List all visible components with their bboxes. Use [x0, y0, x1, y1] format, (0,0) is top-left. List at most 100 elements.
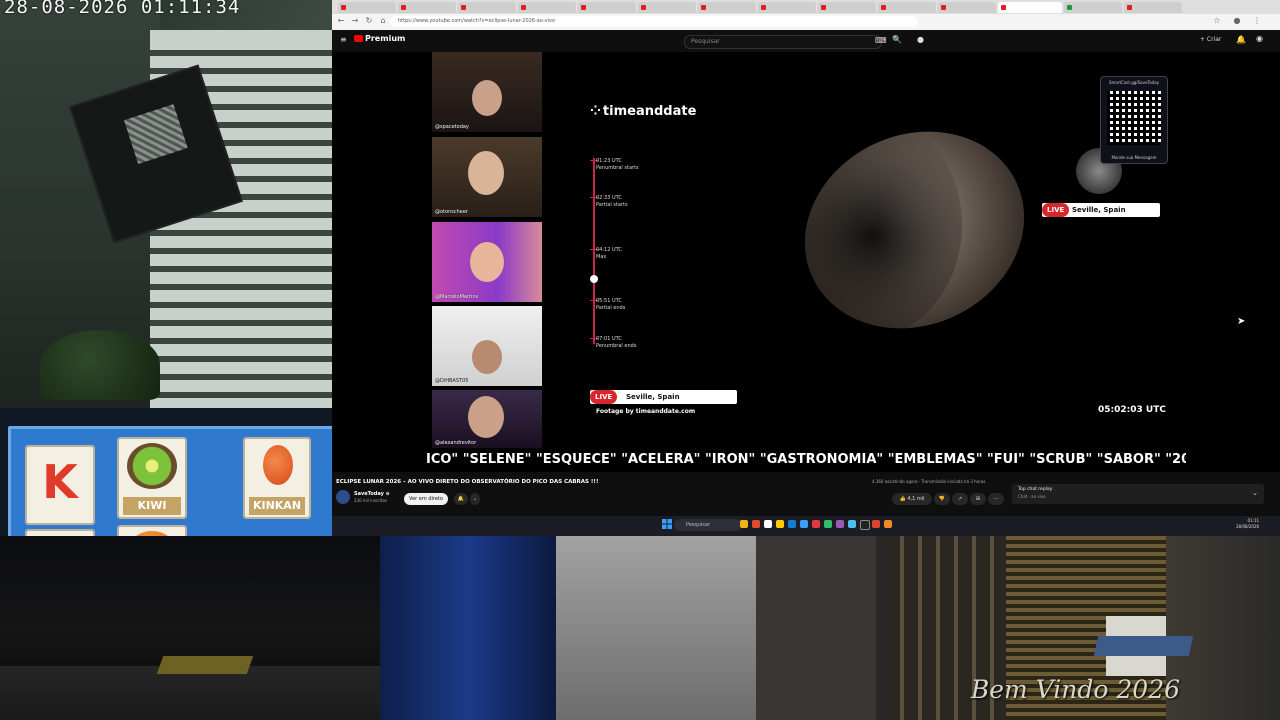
- browser-tab[interactable]: [938, 2, 996, 13]
- letter-card-k: K: [25, 445, 95, 525]
- notifications-icon[interactable]: 🔔: [1236, 35, 1246, 44]
- youtube-play-icon: [354, 35, 363, 42]
- live-indicator: LIVE: [1042, 203, 1070, 217]
- browser-tab[interactable]: [758, 2, 816, 13]
- browser-tab[interactable]: [518, 2, 576, 13]
- menu-dots-icon[interactable]: ⋮: [1252, 16, 1262, 26]
- timeline-event: Partial starts: [596, 202, 628, 208]
- qr-code: [1107, 91, 1161, 145]
- app-icon[interactable]: [848, 520, 856, 528]
- microphone-icon[interactable]: ●: [917, 35, 924, 44]
- location-label: Seville, Spain: [626, 393, 680, 401]
- keyboard-icon[interactable]: ⌨: [875, 36, 887, 45]
- app-icon[interactable]: [800, 520, 808, 528]
- fruit-card-orange: [117, 525, 187, 536]
- footage-credit: Footage by timeanddate.com: [596, 408, 696, 415]
- taskbar-search[interactable]: Pesquisar: [674, 519, 742, 531]
- speaker-grille: [124, 104, 188, 164]
- avatar[interactable]: ◉: [1256, 34, 1263, 43]
- browser-tab[interactable]: [1064, 2, 1122, 13]
- floor: [0, 666, 380, 720]
- bookmark-star-icon[interactable]: ☆: [1212, 16, 1222, 26]
- browser-tab[interactable]: [878, 2, 936, 13]
- chat-title: Top chat replay: [1018, 487, 1053, 492]
- browser-tab[interactable]: [338, 2, 396, 13]
- mouse-cursor-icon: ➤: [1237, 316, 1246, 327]
- app-icon[interactable]: [764, 520, 772, 528]
- screen-capture: ← → ↻ ⌂ https://www.youtube.com/watch?v=…: [332, 0, 1280, 536]
- like-button[interactable]: 👍 4,1 mil: [892, 493, 932, 505]
- windows-start-icon[interactable]: [662, 519, 672, 529]
- app-icon[interactable]: [752, 520, 760, 528]
- timeline-time: 01:23 UTC: [596, 158, 622, 164]
- browser-tab[interactable]: [398, 2, 456, 13]
- more-actions-button[interactable]: ⋯: [988, 493, 1004, 505]
- app-icon[interactable]: [836, 520, 844, 528]
- forward-icon[interactable]: →: [350, 16, 360, 26]
- blue-tray: [1093, 636, 1194, 656]
- app-icon[interactable]: [812, 520, 820, 528]
- person-head: [470, 242, 504, 282]
- youtube-logo-text: Premium: [365, 34, 406, 43]
- join-button[interactable]: Ver em direto: [404, 493, 448, 505]
- kiwi-image: [127, 443, 177, 489]
- fruit-label-kiwi: KIWI: [123, 497, 181, 515]
- youtube-logo[interactable]: Premium: [354, 34, 405, 43]
- tv-screen: K L KIWI KINKAN: [8, 426, 332, 536]
- subscriber-count: 230 mil inscritos: [354, 498, 388, 503]
- browser-tab[interactable]: [458, 2, 516, 13]
- profile-icon[interactable]: ●: [1232, 16, 1242, 26]
- timeline-event: Penumbral starts: [596, 165, 639, 171]
- dislike-button[interactable]: 👎: [934, 493, 950, 505]
- location-label: Seville, Spain: [1072, 206, 1126, 214]
- views-line: 4.360 assistindo agora · Transmissão ini…: [872, 479, 986, 484]
- browser-tab[interactable]: [578, 2, 636, 13]
- timeline-event: Max: [596, 254, 607, 260]
- qr-caption-bottom: Mande sua Mensagem: [1111, 155, 1157, 160]
- share-button[interactable]: ↗: [952, 493, 968, 505]
- save-button[interactable]: ⊞: [970, 493, 986, 505]
- search-input[interactable]: Pesquisar: [684, 35, 882, 49]
- notification-bell-button[interactable]: 🔔: [454, 493, 468, 505]
- camera-feed-room: 28-08-2026 01:11:34: [0, 0, 332, 408]
- app-icon[interactable]: [860, 520, 870, 530]
- search-icon[interactable]: 🔍: [892, 35, 902, 44]
- door: [756, 536, 876, 720]
- chrome-icon[interactable]: [776, 520, 784, 528]
- timeline-item: 05:51 UTC Partial ends: [596, 298, 625, 312]
- word-ticker: ICO" "SELENE" "ESQUECE" "ACELERA" "IRON"…: [426, 452, 1186, 467]
- browser-tab[interactable]: [818, 2, 876, 13]
- channel-name[interactable]: SaveToday ⊙: [354, 491, 390, 497]
- browser-tab[interactable]: [698, 2, 756, 13]
- hamburger-menu-icon[interactable]: ≡: [340, 35, 347, 44]
- address-bar[interactable]: https://www.youtube.com/watch?v=eclipse-…: [390, 16, 918, 27]
- channel-avatar[interactable]: [336, 490, 350, 504]
- create-button[interactable]: + Criar: [1200, 36, 1221, 43]
- timeline-time: 04:12 UTC: [596, 247, 622, 253]
- browser-tab-active[interactable]: [998, 2, 1062, 13]
- person-head: [472, 340, 502, 374]
- reload-icon[interactable]: ↻: [364, 16, 374, 26]
- chevron-down-icon[interactable]: ⌄: [470, 493, 480, 505]
- app-icon[interactable]: [872, 520, 880, 528]
- chat-subtitle: Chat · ao vivo: [1018, 494, 1046, 499]
- webcam-handle: @spacetoday: [435, 124, 469, 130]
- app-icon[interactable]: [884, 520, 892, 528]
- home-icon[interactable]: ⌂: [378, 16, 388, 26]
- webcam-handle: @alexandrevitor: [435, 440, 477, 446]
- taskbar-clock[interactable]: 01:11 28/08/2026: [1236, 518, 1259, 530]
- edge-icon[interactable]: [788, 520, 796, 528]
- white-wall: [556, 536, 756, 720]
- live-chat-header[interactable]: Top chat replay Chat · ao vivo ⌄: [1012, 484, 1264, 504]
- thumbs-up-icon: 👍: [899, 496, 906, 502]
- file-explorer-icon[interactable]: [740, 520, 748, 528]
- qr-code-panel: SmartCast.gg/SaveToday Mande sua Mensage…: [1100, 76, 1168, 164]
- utc-clock: 05:02:03 UTC: [1098, 405, 1166, 415]
- timeline-event: Penumbral ends: [596, 343, 637, 349]
- browser-tab[interactable]: [1124, 2, 1182, 13]
- back-icon[interactable]: ←: [336, 16, 346, 26]
- app-icon[interactable]: [824, 520, 832, 528]
- browser-tab[interactable]: [638, 2, 696, 13]
- browser-tab-bar[interactable]: [332, 0, 1280, 14]
- chevron-down-icon[interactable]: ⌄: [1252, 489, 1258, 497]
